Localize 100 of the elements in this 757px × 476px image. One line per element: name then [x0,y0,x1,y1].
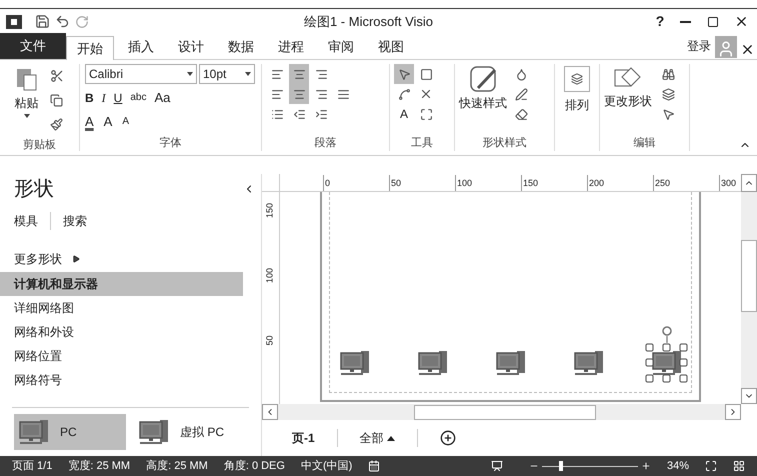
computer-icon [416,349,448,377]
computer-shape[interactable] [650,348,684,378]
brush-square-icon [468,64,498,94]
page-tab[interactable]: 页-1 [292,429,315,447]
redo-icon [75,14,89,28]
zoom-slider[interactable] [542,460,638,472]
layers-icon [571,73,583,85]
pointer-tool-button[interactable] [394,64,414,84]
undo-icon [54,14,70,29]
droplet-icon [514,68,528,80]
status-text: 高度: 25 MM [146,458,208,474]
binoculars-icon [662,68,674,80]
font-style-button[interactable]: I [102,88,106,107]
stencil-item[interactable]: 计算机和显示器 [0,272,243,296]
paste-button[interactable]: 粘贴 [12,66,40,140]
switch-windows-icon[interactable] [733,460,745,472]
ruler-label: 50 [389,175,402,191]
scroll-down-button[interactable] [741,388,757,404]
status-text: 宽度: 25 MM [68,458,130,474]
font-color-button[interactable]: A [85,112,94,131]
computer-shape[interactable] [494,348,528,378]
align-middle-button[interactable] [289,64,309,84]
text-block-icon [420,108,432,120]
login-link[interactable]: 登录 [687,37,711,55]
computer-icon [18,418,50,446]
shape-master[interactable]: PC [14,414,126,450]
more-shapes-link[interactable]: 更多形状 [14,250,62,268]
group-label: 剪贴板 [23,140,56,151]
decrease-indent-icon [292,108,306,120]
ribbon-tab[interactable]: 设计 [168,35,214,59]
stencil-item[interactable]: 网络和外设 [0,320,243,344]
ribbon-tab[interactable]: 插入 [118,35,164,59]
scroll-left-button[interactable] [262,404,278,420]
ribbon-tab[interactable]: 视图 [368,35,414,59]
stencil-item[interactable]: 详细网络图 [0,296,243,320]
align-center-button[interactable] [289,84,309,104]
shape-master[interactable]: 虚拟 PC [134,414,246,450]
selection-handles[interactable] [644,326,688,383]
scroll-right-button[interactable] [725,404,741,420]
presentation-icon[interactable] [490,460,503,472]
change-shape-button[interactable]: 更改形状 [604,64,652,124]
ruler-label: 200 [587,175,604,191]
font-style-button[interactable]: abc [130,90,146,106]
font-style-button[interactable]: U [114,88,122,107]
grow-font-button[interactable]: A [104,112,112,131]
status-text: 页面 1/1 [12,458,52,474]
copy-icon [50,94,63,106]
pane-link[interactable]: 模具 [14,212,38,230]
scroll-thumb[interactable] [414,404,596,420]
scroll-thumb[interactable] [741,240,757,312]
file-tab[interactable]: 文件 [0,33,66,59]
pointer-icon [398,68,410,80]
quick-styles-button[interactable]: 快速样式 [459,64,507,124]
list-icon [270,108,284,120]
computer-shape[interactable] [572,348,606,378]
ribbon-tab[interactable]: 进程 [268,35,314,59]
ruler-label: 300 [719,175,736,191]
stencil-item[interactable]: 网络符号 [0,368,243,392]
layers-icon [662,88,674,100]
ruler-label: 250 [653,175,670,191]
font-style-button[interactable]: B [85,88,94,107]
computer-icon [494,349,526,377]
app-logo-icon [6,14,22,28]
font-size-field[interactable]: 10pt [199,64,255,84]
window-title: 绘图1 - Microsoft Visio [304,14,434,28]
caret-icon [24,114,30,118]
computer-shape[interactable] [416,348,450,378]
pointer-icon [662,108,674,120]
stencil-item[interactable]: 网络位置 [0,344,243,368]
justify-icon [336,88,350,100]
font-name-field[interactable]: Calibri [85,64,197,84]
font-style-button[interactable]: Aa [154,88,170,108]
zoom-in-icon[interactable] [640,461,651,471]
computer-icon [572,349,604,377]
ruler-label: 150 [521,175,538,191]
group-label: 编辑 [634,137,656,149]
ribbon-tab[interactable]: 审阅 [318,35,364,59]
align-center-icon [292,68,306,80]
ruler-label: 100 [455,175,472,191]
all-pages-button[interactable]: 全部 [360,429,395,447]
help-button[interactable]: ? [645,11,675,32]
zoom-thumb[interactable] [559,461,564,471]
add-page-icon[interactable] [440,430,456,446]
scroll-up-button[interactable] [741,174,757,192]
computer-shape[interactable] [338,348,372,378]
save-icon [34,14,50,29]
ruler-label: 50 [266,334,274,348]
ribbon-tab[interactable]: 开始 [66,36,114,60]
align-right-icon [314,88,328,100]
connector-icon [398,88,410,100]
computer-icon [650,349,682,377]
paintbrush-icon [50,118,63,130]
fit-page-icon[interactable] [705,460,717,472]
shrink-font-button[interactable]: A [122,114,130,129]
ribbon-tab[interactable]: 数据 [218,35,264,59]
text-tool-button[interactable]: A [394,105,414,123]
status-text: 中文(中国) [300,458,352,474]
computer-icon [138,418,170,446]
pane-link[interactable]: 搜索 [63,212,87,230]
expand-arrow-icon [72,255,80,263]
